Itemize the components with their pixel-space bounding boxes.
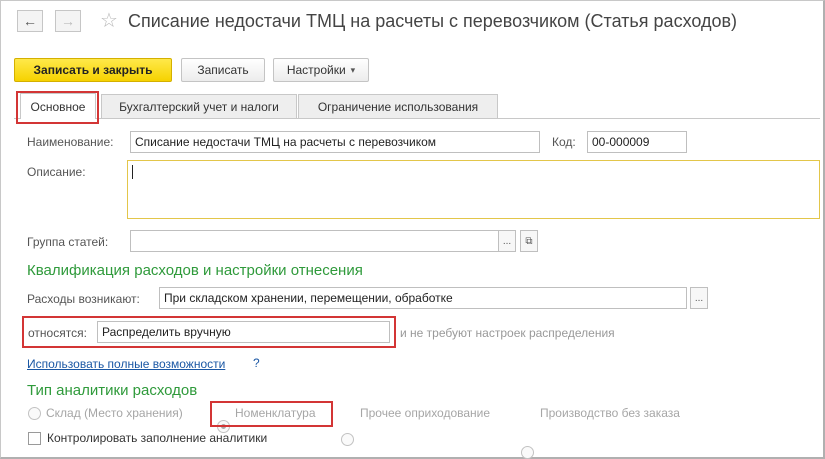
settings-label: Настройки	[286, 63, 346, 77]
group-label: Группа статей:	[27, 235, 109, 249]
arrow-left-icon: ←	[23, 13, 37, 29]
tab-bar-line	[14, 118, 820, 119]
radio-other-receipt-label: Прочее оприходование	[360, 406, 491, 420]
arise-input[interactable]: При складском хранении, перемещении, обр…	[159, 287, 687, 309]
radio-storage[interactable]	[28, 407, 41, 420]
description-label: Описание:	[27, 165, 86, 179]
group-input[interactable]	[130, 230, 499, 252]
ellipsis-icon: ...	[694, 292, 704, 304]
back-button[interactable]: ←	[17, 10, 43, 32]
radio-production-label: Производство без заказа	[540, 406, 680, 420]
group-select-button[interactable]: ...	[498, 230, 516, 252]
settings-button[interactable]: Настройки ▾	[273, 58, 369, 82]
control-analytics-checkbox[interactable]	[28, 432, 41, 445]
radio-storage-label: Склад (Место хранения)	[46, 406, 183, 420]
control-analytics-label: Контролировать заполнение аналитики	[47, 431, 268, 445]
full-features-link[interactable]: Использовать полные возможности	[27, 357, 225, 371]
name-input[interactable]: Списание недостачи ТМЦ на расчеты с пере…	[130, 131, 540, 153]
save-button[interactable]: Записать	[181, 58, 265, 82]
name-label: Наименование:	[27, 135, 114, 149]
highlight-frame-relate	[22, 316, 396, 348]
tab-restrictions[interactable]: Ограничение использования	[298, 94, 498, 118]
page-title: Списание недостачи ТМЦ на расчеты с пере…	[128, 11, 738, 31]
code-input[interactable]: 00-000009	[587, 131, 687, 153]
radio-other-receipt[interactable]	[341, 433, 354, 446]
highlight-frame-tab	[16, 91, 99, 124]
arise-label: Расходы возникают:	[27, 292, 140, 306]
arrow-right-icon: →	[61, 13, 75, 29]
text-cursor	[132, 165, 133, 179]
qualification-section-title: Квалификация расходов и настройки отнесе…	[27, 262, 363, 279]
tab-accounting[interactable]: Бухгалтерский учет и налоги	[101, 94, 297, 118]
group-open-button[interactable]: ⧉	[520, 230, 538, 252]
code-label: Код:	[552, 135, 576, 149]
analytics-section-title: Тип аналитики расходов	[27, 382, 198, 399]
open-icon: ⧉	[525, 235, 533, 247]
relate-hint: и не требуют настроек распределения	[400, 326, 615, 340]
star-icon[interactable]: ☆	[100, 11, 118, 31]
chevron-down-icon: ▾	[350, 64, 356, 75]
radio-production[interactable]	[521, 446, 534, 459]
description-textarea[interactable]	[127, 160, 820, 219]
help-icon[interactable]: ?	[253, 356, 260, 370]
highlight-frame-nomenclature	[210, 401, 333, 427]
save-and-close-button[interactable]: Записать и закрыть	[14, 58, 172, 82]
ellipsis-icon: ...	[502, 235, 512, 247]
forward-button[interactable]: →	[55, 10, 81, 32]
arise-select-button[interactable]: ...	[690, 287, 708, 309]
